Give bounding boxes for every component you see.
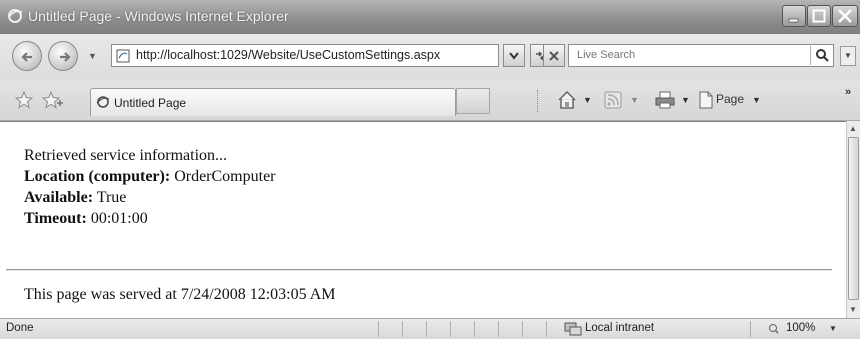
stop-button[interactable] — [543, 44, 565, 67]
available-value: True — [96, 189, 127, 206]
security-zone-label[interactable]: Local intranet — [585, 322, 654, 334]
stop-icon — [549, 51, 559, 61]
favorites-star-icon[interactable] — [15, 91, 33, 109]
available-label: Available: — [24, 189, 94, 206]
print-icon[interactable] — [655, 91, 675, 109]
browser-window: Untitled Page - Windows Internet Explore… — [0, 0, 860, 339]
maximize-button[interactable] — [807, 5, 831, 27]
address-dropdown-button[interactable] — [503, 44, 525, 67]
feeds-dropdown-icon[interactable]: ▼ — [630, 95, 639, 105]
search-options-button[interactable]: ▼ — [840, 46, 856, 66]
status-text: Done — [6, 322, 34, 334]
timeout-label: Timeout: — [24, 210, 87, 227]
search-button[interactable] — [810, 46, 832, 65]
tab-untitled-page[interactable]: Untitled Page — [90, 88, 456, 116]
back-arrow-icon — [21, 52, 32, 62]
vertical-scrollbar[interactable]: ▲ ▼ — [846, 121, 860, 318]
title-bar: Untitled Page - Windows Internet Explore… — [0, 0, 860, 35]
status-divider — [378, 321, 379, 337]
search-input[interactable] — [575, 48, 809, 62]
page-icon — [116, 49, 130, 63]
new-tab-button[interactable] — [456, 88, 490, 114]
close-button[interactable] — [832, 5, 858, 27]
page-content: Retrieved service information... Locatio… — [0, 121, 846, 319]
status-divider — [474, 321, 475, 337]
page-menu-label[interactable]: Page — [716, 92, 744, 106]
page-menu-icon[interactable] — [698, 91, 714, 109]
minimize-icon — [788, 18, 799, 23]
location-value: OrderComputer — [174, 168, 276, 185]
timeout-value: 00:01:00 — [90, 210, 148, 227]
more-commands-chevron-icon[interactable]: » — [845, 86, 851, 98]
feeds-icon[interactable] — [604, 91, 622, 109]
status-divider — [546, 321, 547, 337]
recent-pages-dropdown[interactable]: ▼ — [88, 51, 97, 61]
minimize-button[interactable] — [782, 5, 806, 27]
zoom-icon — [769, 324, 779, 334]
search-icon — [816, 49, 829, 62]
status-divider — [750, 321, 751, 337]
served-timestamp: This page was served at 7/24/2008 12:03:… — [24, 286, 336, 303]
forward-arrow-icon — [60, 52, 71, 62]
close-icon — [838, 9, 852, 23]
page-menu-dropdown-icon[interactable]: ▼ — [752, 95, 761, 105]
tab-label: Untitled Page — [114, 96, 187, 110]
scroll-down-icon[interactable]: ▼ — [849, 305, 857, 314]
status-bar: Done Local intranet 100% ▼ — [0, 318, 860, 339]
toolbar-separator — [537, 90, 539, 112]
ie-logo-icon — [8, 9, 23, 23]
chevron-down-icon — [509, 52, 519, 60]
status-divider — [402, 321, 403, 337]
address-url: http://localhost:1029/Website/UseCustomS… — [136, 48, 441, 62]
search-box[interactable] — [568, 44, 834, 67]
print-dropdown-icon[interactable]: ▼ — [681, 95, 690, 105]
status-divider — [498, 321, 499, 337]
navigation-bar: ▼ http://localhost:1029/Website/UseCusto… — [0, 34, 860, 80]
add-favorites-icon[interactable] — [42, 91, 64, 109]
scroll-up-icon[interactable]: ▲ — [849, 124, 857, 133]
horizontal-rule — [6, 269, 832, 271]
maximize-icon — [812, 9, 826, 23]
status-divider — [522, 321, 523, 337]
zoom-level[interactable]: 100% — [786, 322, 815, 334]
page-icon — [96, 96, 110, 108]
window-title: Untitled Page - Windows Internet Explore… — [28, 8, 289, 24]
location-label: Location (computer): — [24, 168, 171, 185]
back-button[interactable] — [12, 41, 42, 71]
timeout-row: Timeout: 00:01:00 — [24, 210, 148, 228]
zoom-dropdown-icon[interactable]: ▼ — [829, 324, 837, 333]
status-message: Retrieved service information... — [24, 147, 228, 164]
forward-button[interactable] — [48, 41, 78, 71]
available-row: Available: True — [24, 189, 126, 207]
tab-bar: Untitled Page ▼ ▼ ▼ Page ▼ » — [0, 80, 860, 121]
location-row: Location (computer): OrderComputer — [24, 168, 276, 186]
home-icon[interactable] — [557, 90, 577, 110]
home-dropdown-icon[interactable]: ▼ — [583, 95, 592, 105]
local-intranet-icon — [564, 322, 582, 336]
address-bar[interactable]: http://localhost:1029/Website/UseCustomS… — [111, 44, 499, 67]
status-divider — [450, 321, 451, 337]
status-divider — [426, 321, 427, 337]
scrollbar-thumb[interactable] — [848, 137, 859, 300]
